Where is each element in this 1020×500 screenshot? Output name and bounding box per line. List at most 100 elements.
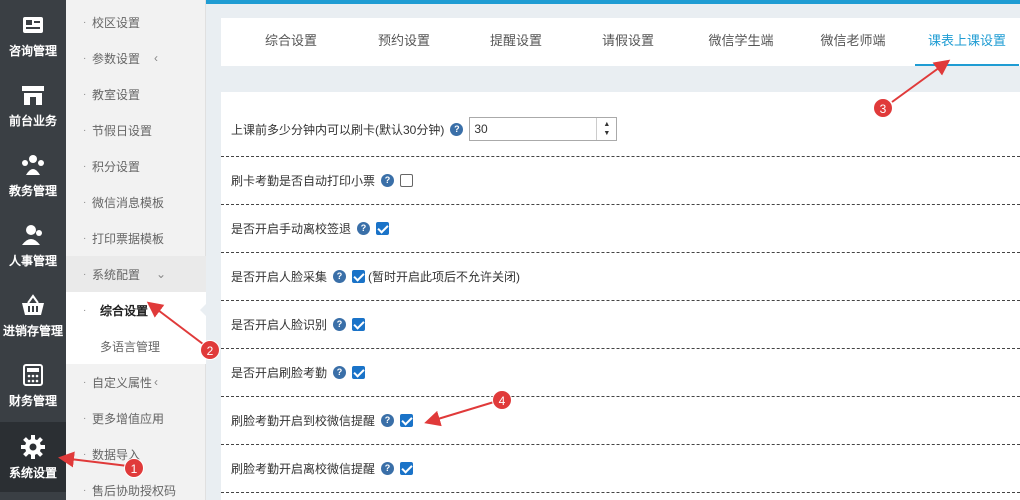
submenu-item-classroom[interactable]: · 教室设置 — [66, 76, 206, 112]
rail-item-label: 人事管理 — [8, 253, 57, 268]
auto-print-checkbox[interactable] — [400, 174, 414, 187]
tab-booking[interactable]: 预约设置 — [354, 18, 454, 66]
consult-icon — [19, 12, 47, 38]
submenu-item-wechat-template[interactable]: · 微信消息模板 — [66, 184, 206, 220]
bullet-icon: · — [83, 124, 87, 136]
setting-label: 刷脸考勤开启到校微信提醒 — [231, 414, 376, 428]
bullet-icon: · — [83, 88, 87, 100]
active-indicator — [200, 303, 207, 317]
swipe-minutes-stepper[interactable]: 30 ▲ ▼ — [469, 117, 618, 141]
face-collect-note: (暂时开启此项后不允许关闭) — [368, 270, 521, 284]
chevron-left-icon: ‹ — [154, 231, 158, 245]
settings-submenu: · 校区设置 · 参数设置 ‹ · 教室设置 · 节假日设置 · 积分设置 · 微信消息模板 … — [66, 0, 207, 500]
rail-item-label: 系统设置 — [8, 465, 57, 480]
annotation-badge-4: 4 — [492, 390, 512, 410]
arrow-down-icon[interactable]: ▼ — [603, 129, 610, 138]
arrow-up-icon[interactable]: ▲ — [603, 120, 610, 129]
tab-wechat-student[interactable]: 微信学生端 — [691, 18, 791, 66]
chevron-left-icon: ‹ — [154, 51, 158, 65]
bullet-icon: · — [83, 268, 87, 280]
rail-item-label: 财务管理 — [8, 393, 57, 408]
chevron-down-icon: ⌄ — [156, 267, 167, 281]
face-attendance-checkbox[interactable] — [352, 366, 366, 379]
help-icon[interactable]: ? — [333, 318, 347, 331]
setting-row-auto-print: 刷卡考勤是否自动打印小票 ? — [221, 157, 1020, 205]
rail-item-academic[interactable]: 教务管理 — [0, 140, 66, 210]
bullet-icon: · — [83, 304, 87, 316]
icon-rail: 咨询管理 前台业务 教务管理 人事管理 进销存管理 财务管理 系统设置 — [0, 0, 66, 500]
annotation-badge-2: 2 — [200, 340, 220, 360]
help-icon[interactable]: ? — [381, 462, 395, 475]
bullet-icon: · — [83, 232, 87, 244]
setting-label: 刷卡考勤是否自动打印小票 — [231, 174, 376, 188]
chevron-left-icon: ‹ — [154, 411, 158, 425]
tab-schedule-settings[interactable]: 课表上课设置 — [915, 18, 1019, 66]
submenu-item-campus[interactable]: · 校区设置 — [66, 4, 206, 40]
setting-row-face-attendance: 是否开启刷脸考勤 ? — [221, 349, 1020, 397]
submenu-item-custom-attr[interactable]: · 自定义属性 ‹ — [66, 364, 206, 400]
bullet-icon: · — [83, 376, 87, 388]
help-icon[interactable]: ? — [450, 122, 464, 136]
setting-row-manual-leave: 是否开启手动离校签退 ? — [221, 205, 1020, 253]
submenu-item-holiday[interactable]: · 节假日设置 — [66, 112, 206, 148]
submenu-item-system-config[interactable]: · 系统配置 ⌄ — [66, 256, 206, 292]
manual-leave-checkbox[interactable] — [376, 222, 390, 235]
face-leave-wechat-checkbox[interactable] — [400, 462, 414, 475]
submenu-item-print-template[interactable]: · 打印票据模板 ‹ — [66, 220, 206, 256]
calculator-icon — [19, 362, 47, 388]
setting-label: 刷脸考勤开启离校微信提醒 — [231, 462, 376, 476]
rail-item-finance[interactable]: 财务管理 — [0, 350, 66, 420]
setting-label: 是否开启人脸识别 — [231, 318, 328, 332]
submenu-item-general-settings[interactable]: · 综合设置 — [66, 292, 207, 328]
stepper-arrows[interactable]: ▲ ▼ — [596, 118, 616, 140]
bullet-icon: · — [83, 484, 87, 496]
rail-item-label: 前台业务 — [8, 113, 57, 128]
submenu-item-language[interactable]: 多语言管理 — [66, 328, 206, 364]
help-icon[interactable]: ? — [381, 174, 395, 187]
face-recognize-checkbox[interactable] — [352, 318, 366, 331]
basket-icon — [19, 292, 47, 318]
settings-form: 上课前多少分钟内可以刷卡(默认30分钟) ? 30 ▲ ▼ 刷卡考勤是否自动打印… — [221, 92, 1020, 500]
tab-wechat-teacher[interactable]: 微信老师端 — [803, 18, 903, 66]
setting-row-swipe-minutes: 上课前多少分钟内可以刷卡(默认30分钟) ? 30 ▲ ▼ — [221, 102, 1020, 157]
tab-general[interactable]: 综合设置 — [241, 18, 341, 66]
setting-label: 是否开启手动离校签退 — [231, 222, 352, 236]
help-icon[interactable]: ? — [357, 222, 371, 235]
setting-label: 是否开启刷脸考勤 — [231, 366, 328, 380]
rail-item-hr[interactable]: 人事管理 — [0, 210, 66, 280]
rail-item-label: 进销存管理 — [2, 323, 63, 338]
setting-row-face-leave-wechat: 刷脸考勤开启离校微信提醒 ? — [221, 445, 1020, 493]
rail-item-inventory[interactable]: 进销存管理 — [0, 280, 66, 350]
bullet-icon: · — [83, 52, 87, 64]
rail-item-label: 教务管理 — [8, 183, 57, 198]
face-arrive-wechat-checkbox[interactable] — [400, 414, 414, 427]
help-icon[interactable]: ? — [333, 270, 347, 283]
bullet-icon: · — [83, 196, 87, 208]
person-icon — [19, 222, 47, 248]
rail-item-system-settings[interactable]: 系统设置 — [0, 422, 66, 492]
submenu-item-value-added[interactable]: · 更多增值应用 ‹ — [66, 400, 206, 436]
tab-reminder[interactable]: 提醒设置 — [466, 18, 566, 66]
setting-row-face-collect: 是否开启人脸采集 ? (暂时开启此项后不允许关闭) — [221, 253, 1020, 301]
submenu-item-points[interactable]: · 积分设置 — [66, 148, 206, 184]
setting-row-face-arrive-wechat: 刷脸考勤开启到校微信提醒 ? — [221, 397, 1020, 445]
help-icon[interactable]: ? — [381, 414, 395, 427]
annotation-badge-1: 1 — [124, 458, 144, 478]
settings-tabs: 综合设置 预约设置 提醒设置 请假设置 微信学生端 微信老师端 课表上课设置 — [221, 18, 1020, 66]
tab-leave[interactable]: 请假设置 — [578, 18, 678, 66]
users-icon — [19, 152, 47, 178]
bullet-icon: · — [83, 160, 87, 172]
chevron-left-icon: ‹ — [154, 375, 158, 389]
rail-item-consult[interactable]: 咨询管理 — [0, 0, 66, 70]
rail-item-label: 咨询管理 — [8, 43, 57, 58]
face-collect-checkbox[interactable] — [352, 270, 366, 283]
bullet-icon: · — [83, 412, 87, 424]
bullet-icon: · — [83, 448, 87, 460]
bullet-icon: · — [83, 16, 87, 28]
setting-label: 上课前多少分钟内可以刷卡(默认30分钟) — [231, 122, 445, 137]
rail-item-front-desk[interactable]: 前台业务 — [0, 70, 66, 140]
submenu-item-params[interactable]: · 参数设置 ‹ — [66, 40, 206, 76]
setting-row-face-recognize: 是否开启人脸识别 ? — [221, 301, 1020, 349]
stepper-value: 30 — [474, 122, 488, 136]
help-icon[interactable]: ? — [333, 366, 347, 379]
